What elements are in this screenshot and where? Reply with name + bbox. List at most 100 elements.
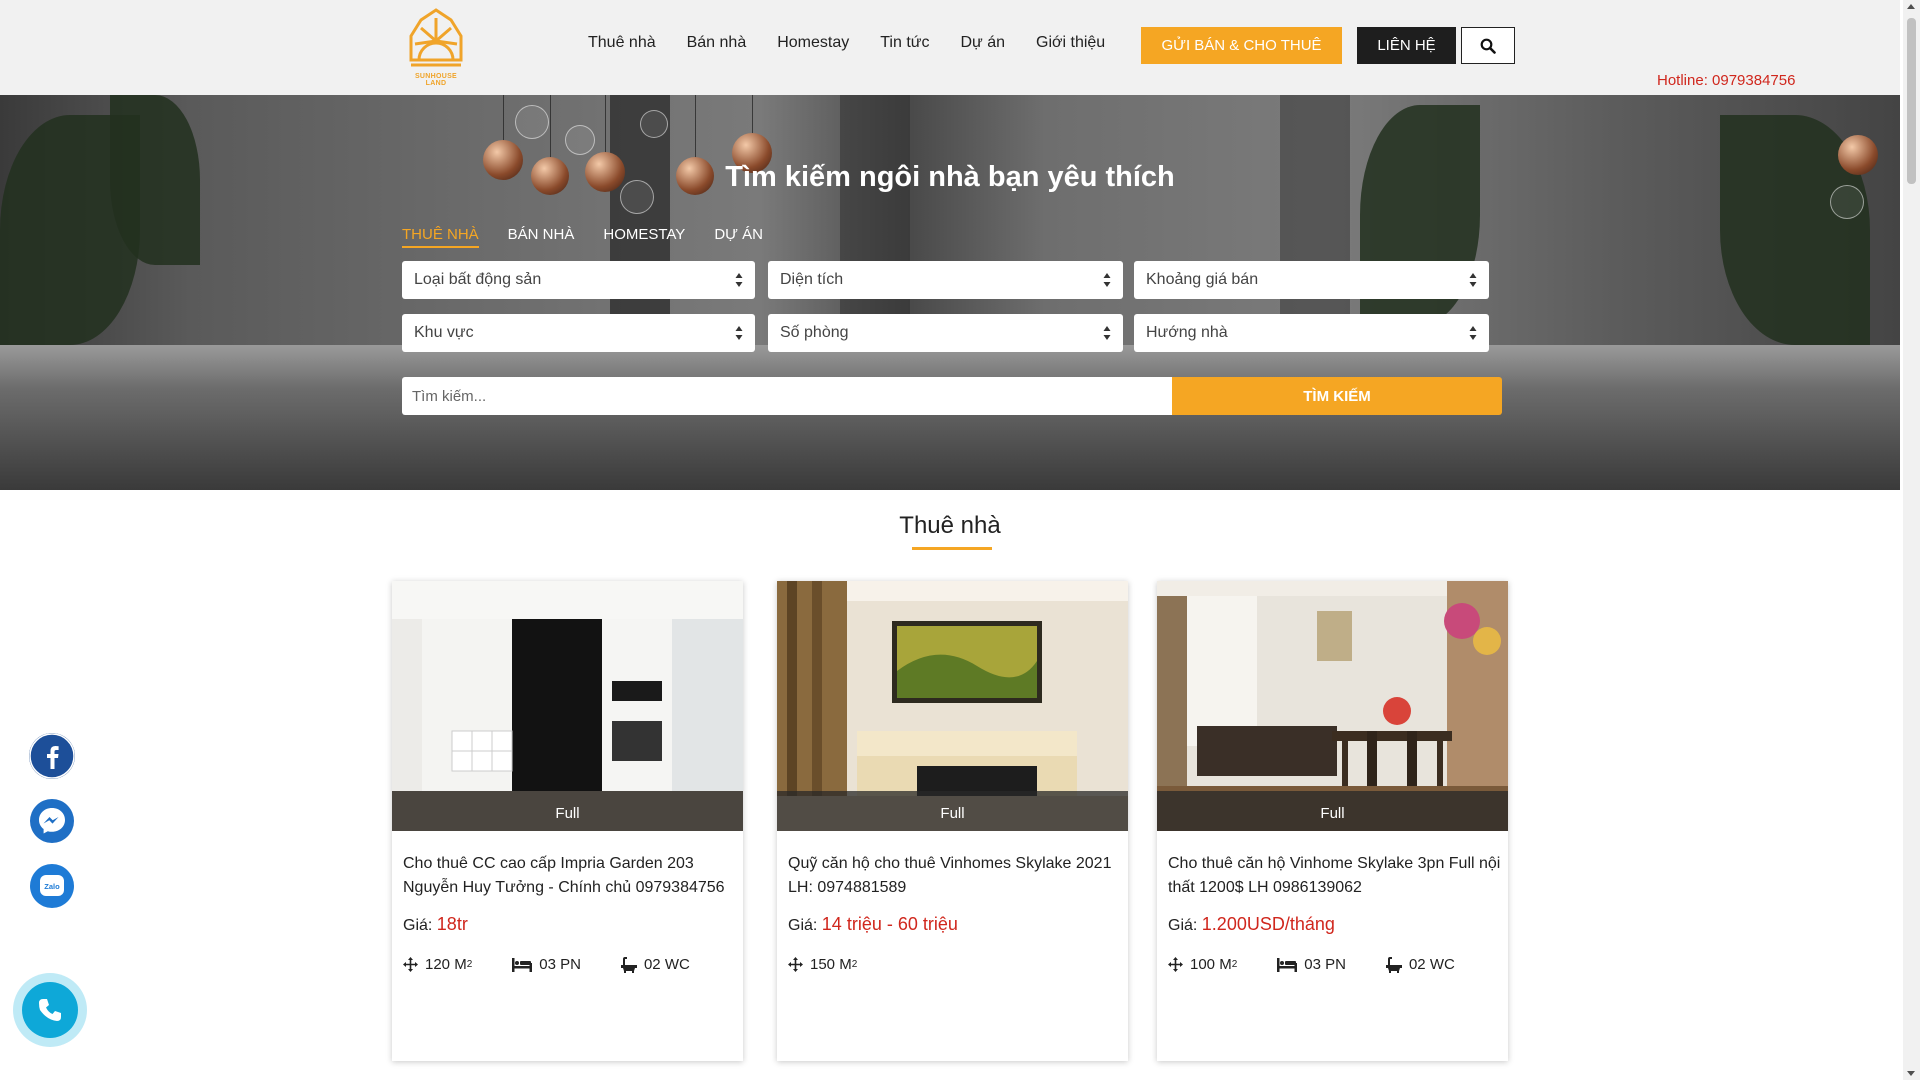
contact-button[interactable]: LIÊN HỆ [1357,27,1456,64]
nav-item-tin-tuc[interactable]: Tin tức [880,34,929,52]
hero-title: Tìm kiếm ngôi nhà bạn yêu thích [725,161,1175,193]
bed-icon [1277,957,1298,972]
spec-bedrooms: 03 PN [1277,956,1346,973]
price-value: 14 triệu - 60 triệu [821,914,958,934]
select-arrows-icon [1103,273,1111,287]
lamp-wire [752,95,753,135]
main-nav: Thuê nhà Bán nhà Homestay Tin tức Dự án … [588,34,1136,52]
listing-photo[interactable]: Full [1157,581,1508,831]
listing-photo[interactable]: Full [777,581,1128,831]
spec-bathrooms: 02 WC [1385,956,1455,973]
price-label: Giá: [788,917,818,934]
spec-bedrooms: 03 PN [512,956,581,973]
lamp-wire [695,95,696,160]
price-value: 18tr [436,914,468,934]
scroll-down-arrow-icon[interactable] [1907,1071,1915,1076]
nav-item-ban-nha[interactable]: Bán nhà [687,34,747,52]
arrows-move-icon [788,957,803,972]
site-logo[interactable]: SUNHOUSE LAND [405,6,467,87]
listing-price: Giá: 18tr [403,914,468,935]
area-select-value: Diện tích [780,271,844,288]
region-select[interactable]: Khu vực [402,314,755,352]
listing-card[interactable]: Full Cho thuê căn hộ Vinhome Skylake 3pn… [1157,581,1508,1061]
select-arrows-icon [1469,326,1477,340]
listing-card[interactable]: Full Quỹ căn hộ cho thuê Vinhomes Skylak… [777,581,1128,1061]
lamp-wire [605,95,606,155]
bathtub-icon [1385,956,1402,973]
call-button[interactable] [13,973,87,1047]
select-arrows-icon [1469,273,1477,287]
hero-bg-table [0,345,1900,490]
header-search-button[interactable] [1461,27,1515,64]
section-title-underline [912,547,992,550]
hotline-text[interactable]: Hotline: 0979384756 [1657,72,1795,89]
price-label: Giá: [403,917,433,934]
nav-item-thue-nha[interactable]: Thuê nhà [588,34,656,52]
listing-badge: Full [392,791,743,831]
search-tabs: THUÊ NHÀ BÁN NHÀ HOMESTAY DỰ ÁN [402,226,792,248]
page-scrollbar[interactable] [1903,0,1920,1080]
listing-title[interactable]: Cho thuê CC cao cấp Impria Garden 203 Ng… [403,852,738,900]
tab-homestay[interactable]: HOMESTAY [603,226,685,248]
zalo-button[interactable]: Zalo [29,863,75,909]
search-submit-button[interactable]: TÌM KIẾM [1172,377,1502,415]
site-header: SUNHOUSE LAND Thuê nhà Bán nhà Homestay … [0,0,1900,95]
area-superscript: 2 [466,959,473,970]
tab-ban-nha[interactable]: BÁN NHÀ [508,226,575,248]
spec-area: 150 M2 [788,956,857,973]
select-arrows-icon [1103,326,1111,340]
tab-thue-nha[interactable]: THUÊ NHÀ [402,226,479,248]
region-select-value: Khu vực [414,324,474,341]
section-title: Thuê nhà [899,512,1001,539]
zalo-label: Zalo [44,882,60,891]
select-arrows-icon [735,273,743,287]
spec-area-value: 150 M [810,956,852,973]
phone-icon [39,999,61,1021]
listing-specs: 120 M2 03 PN 02 WC [403,956,730,973]
spec-area-value: 120 M [425,956,467,973]
scroll-up-arrow-icon[interactable] [1907,4,1915,9]
facebook-button[interactable] [29,733,75,779]
listing-badge: Full [777,791,1128,831]
property-type-select[interactable]: Loại bất động sản [402,261,755,299]
nav-item-homestay[interactable]: Homestay [777,34,849,52]
listing-price: Giá: 14 triệu - 60 triệu [788,914,958,935]
price-range-select[interactable]: Khoảng giá bán [1134,261,1489,299]
messenger-button[interactable] [29,798,75,844]
direction-select[interactable]: Hướng nhà [1134,314,1489,352]
scrollbar-thumb[interactable] [1907,18,1916,184]
lamp-wire [550,95,551,165]
tab-du-an[interactable]: DỰ ÁN [714,226,763,248]
arrows-move-icon [1168,957,1183,972]
select-arrows-icon [735,326,743,340]
rooms-select-value: Số phòng [780,324,849,341]
property-type-select-value: Loại bất động sản [414,271,542,288]
listing-title[interactable]: Quỹ căn hộ cho thuê Vinhomes Skylake 202… [788,852,1123,900]
listing-photo[interactable]: Full [392,581,743,831]
keyword-search-input[interactable] [402,377,1172,415]
glass-globe [640,110,668,138]
zalo-icon: Zalo [30,864,74,908]
bathtub-icon [620,956,637,973]
area-select[interactable]: Diện tích [768,261,1123,299]
spec-bedrooms-value: 03 PN [539,956,581,973]
rooms-select[interactable]: Số phòng [768,314,1123,352]
nav-item-gioi-thieu[interactable]: Giới thiệu [1036,34,1105,52]
area-superscript: 2 [851,959,858,970]
spec-bedrooms-value: 03 PN [1304,956,1346,973]
listing-title[interactable]: Cho thuê căn hộ Vinhome Skylake 3pn Full… [1168,852,1503,900]
facebook-icon [29,733,75,779]
messenger-icon [30,799,74,843]
listing-specs: 100 M2 03 PN 02 WC [1168,956,1495,973]
nav-item-du-an[interactable]: Dự án [960,34,1005,52]
call-button-inner [22,982,78,1038]
price-label: Giá: [1168,917,1198,934]
spec-area: 100 M2 [1168,956,1237,973]
search-icon [1480,38,1496,54]
glass-globe [515,105,549,139]
listing-specs: 150 M2 [788,956,897,973]
price-value: 1.200USD/tháng [1201,914,1335,934]
listing-card[interactable]: Full Cho thuê CC cao cấp Impria Garden 2… [392,581,743,1061]
send-listing-button[interactable]: GỬI BÁN & CHO THUÊ [1141,27,1342,64]
price-range-select-value: Khoảng giá bán [1146,271,1259,288]
